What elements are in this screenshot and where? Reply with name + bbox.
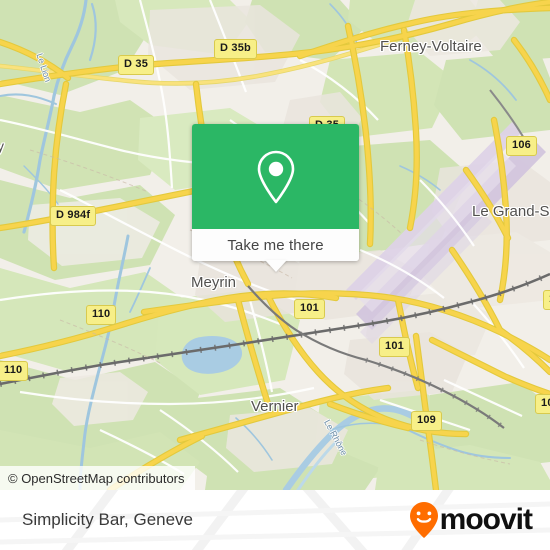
road-shield[interactable]: D 35 [118,55,155,75]
take-me-there-label: Take me there [227,236,324,254]
location-popup-card[interactable]: Take me there [192,124,359,272]
place-label: y [0,138,4,154]
road-shield[interactable]: 110 [86,305,117,325]
footer-bar: Simplicity Bar, Geneve moovit [0,490,550,550]
moovit-pin-icon [409,502,438,538]
popup-pointer-tail [264,260,287,272]
place-label: Le Grand-Sa [472,203,550,220]
road-shield[interactable]: 10 [535,394,550,414]
place-label: Meyrin [191,274,237,291]
moovit-wordmark: moovit [439,503,533,536]
place-label: Ferney-Voltaire [380,38,482,55]
road-shield[interactable]: D 35b [214,39,257,59]
moovit-logo[interactable]: moovit [409,501,533,539]
map-attribution[interactable]: © OpenStreetMap contributors [0,466,195,490]
popup-action-bar[interactable]: Take me there [192,229,359,272]
road-shield[interactable]: 106 [506,136,537,156]
map-canvas[interactable]: D 35b D 35 D 35 106 D 984f 110 101 101 1… [0,0,550,490]
page-title: Simplicity Bar, Geneve [22,510,194,529]
popup-header [192,124,359,229]
map-pin-icon [257,150,294,203]
road-shield[interactable]: 1 [543,290,550,310]
moovit-map-page: D 35b D 35 D 35 106 D 984f 110 101 101 1… [0,0,550,550]
attribution-text: © OpenStreetMap contributors [8,470,185,486]
road-shield[interactable]: 101 [294,299,325,319]
road-shield[interactable]: 110 [0,361,29,381]
road-shield[interactable]: D 984f [50,206,97,226]
place-label: Vernier [251,398,299,415]
road-shield[interactable]: 109 [411,411,442,431]
road-shield[interactable]: 101 [379,337,410,357]
